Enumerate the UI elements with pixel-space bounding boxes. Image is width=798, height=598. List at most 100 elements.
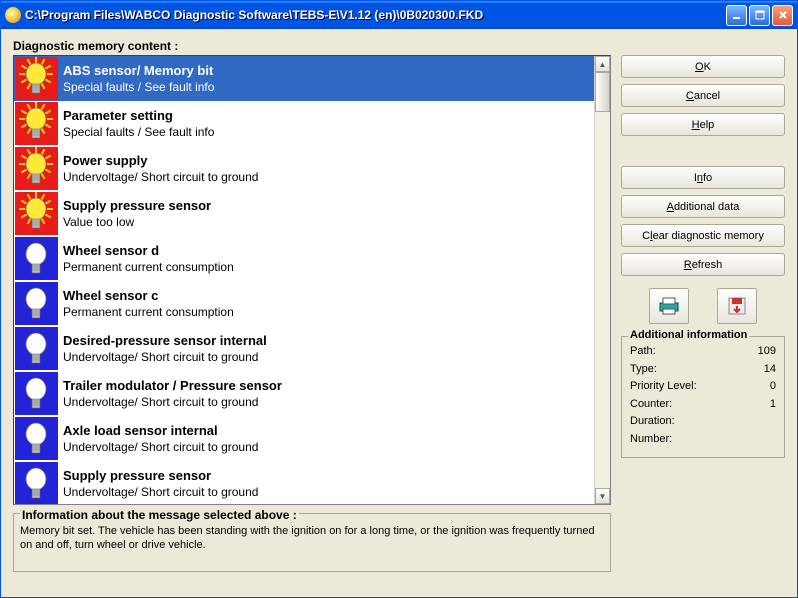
save-button[interactable] bbox=[717, 288, 757, 324]
fault-title: Wheel sensor d bbox=[63, 242, 234, 260]
scroll-track[interactable] bbox=[595, 72, 610, 488]
fault-title: Power supply bbox=[63, 152, 258, 170]
fault-row[interactable]: Wheel sensor dPermanent current consumpt… bbox=[14, 236, 594, 281]
info-button[interactable]: Info bbox=[621, 166, 785, 189]
counter-row: Counter: 1 bbox=[630, 396, 776, 414]
path-row: Path: 109 bbox=[630, 343, 776, 361]
counter-value: 1 bbox=[770, 396, 776, 414]
titlebar: C:\Program Files\WABCO Diagnostic Softwa… bbox=[1, 1, 797, 29]
number-row: Number: bbox=[630, 431, 776, 449]
type-label: Type: bbox=[630, 361, 657, 379]
additional-data-button[interactable]: Additional data bbox=[621, 195, 785, 218]
duration-row: Duration: bbox=[630, 413, 776, 431]
fault-row[interactable]: Wheel sensor cPermanent current consumpt… bbox=[14, 281, 594, 326]
number-label: Number: bbox=[630, 431, 672, 449]
minimize-icon bbox=[732, 10, 742, 20]
bulb-icon bbox=[14, 236, 59, 281]
message-info-label: Information about the message selected a… bbox=[20, 508, 299, 522]
fault-title: Parameter setting bbox=[63, 107, 214, 125]
bulb-icon bbox=[14, 191, 59, 236]
cancel-button[interactable]: Cancel bbox=[621, 84, 785, 107]
scroll-down-button[interactable]: ▼ bbox=[595, 488, 610, 504]
message-info-box: Information about the message selected a… bbox=[13, 513, 611, 572]
help-button[interactable]: Help bbox=[621, 113, 785, 136]
bulb-icon bbox=[14, 101, 59, 146]
fault-desc: Undervoltage/ Short circuit to ground bbox=[63, 169, 258, 185]
print-button[interactable] bbox=[649, 288, 689, 324]
fault-title: Desired-pressure sensor internal bbox=[63, 332, 267, 350]
bulb-icon bbox=[14, 146, 59, 191]
bulb-icon bbox=[14, 56, 59, 101]
main-window: C:\Program Files\WABCO Diagnostic Softwa… bbox=[0, 0, 798, 598]
fault-text: Trailer modulator / Pressure sensorUnder… bbox=[59, 377, 282, 411]
scroll-up-button[interactable]: ▲ bbox=[595, 56, 610, 72]
bulb-icon bbox=[14, 281, 59, 326]
fault-text: Desired-pressure sensor internalUndervol… bbox=[59, 332, 267, 366]
body: Diagnostic memory content : ABS sensor/ … bbox=[1, 29, 797, 597]
fault-text: Supply pressure sensorValue too low bbox=[59, 197, 211, 231]
fault-title: Trailer modulator / Pressure sensor bbox=[63, 377, 282, 395]
additional-info-legend: Additional information bbox=[628, 329, 749, 341]
fault-row[interactable]: Trailer modulator / Pressure sensorUnder… bbox=[14, 371, 594, 416]
diagnostic-memory-label: Diagnostic memory content : bbox=[13, 39, 611, 53]
path-label: Path: bbox=[630, 343, 656, 361]
fault-desc: Undervoltage/ Short circuit to ground bbox=[63, 439, 258, 455]
fault-row[interactable]: ABS sensor/ Memory bitSpecial faults / S… bbox=[14, 56, 594, 101]
maximize-icon bbox=[755, 10, 765, 20]
fault-desc: Undervoltage/ Short circuit to ground bbox=[63, 349, 267, 365]
fault-row[interactable]: Supply pressure sensorUndervoltage/ Shor… bbox=[14, 461, 594, 504]
close-button[interactable] bbox=[772, 5, 793, 26]
additional-info-box: Additional information Path: 109 Type: 1… bbox=[621, 336, 785, 458]
fault-row[interactable]: Axle load sensor internalUndervoltage/ S… bbox=[14, 416, 594, 461]
fault-row[interactable]: Supply pressure sensorValue too low bbox=[14, 191, 594, 236]
save-icon bbox=[725, 296, 749, 316]
bulb-icon bbox=[14, 461, 59, 504]
ok-button[interactable]: OK bbox=[621, 55, 785, 78]
fault-title: ABS sensor/ Memory bit bbox=[63, 62, 214, 80]
fault-text: Axle load sensor internalUndervoltage/ S… bbox=[59, 422, 258, 456]
priority-value: 0 bbox=[770, 378, 776, 396]
printer-icon bbox=[657, 296, 681, 316]
window-title: C:\Program Files\WABCO Diagnostic Softwa… bbox=[25, 8, 726, 22]
fault-row[interactable]: Power supplyUndervoltage/ Short circuit … bbox=[14, 146, 594, 191]
priority-row: Priority Level: 0 bbox=[630, 378, 776, 396]
fault-desc: Special faults / See fault info bbox=[63, 79, 214, 95]
spacer bbox=[621, 142, 785, 160]
fault-text: ABS sensor/ Memory bitSpecial faults / S… bbox=[59, 62, 214, 96]
right-column: OK Cancel Help Info Additional data Clea… bbox=[621, 39, 785, 587]
icon-button-row bbox=[621, 288, 785, 324]
path-value: 109 bbox=[758, 343, 776, 361]
app-icon bbox=[5, 7, 21, 23]
window-controls bbox=[726, 5, 793, 26]
bulb-icon bbox=[14, 326, 59, 371]
counter-label: Counter: bbox=[630, 396, 672, 414]
fault-listbox[interactable]: ABS sensor/ Memory bitSpecial faults / S… bbox=[13, 55, 611, 505]
minimize-button[interactable] bbox=[726, 5, 747, 26]
fault-title: Supply pressure sensor bbox=[63, 197, 211, 215]
scrollbar[interactable]: ▲ ▼ bbox=[594, 56, 610, 504]
fault-row[interactable]: Parameter settingSpecial faults / See fa… bbox=[14, 101, 594, 146]
scroll-thumb[interactable] bbox=[595, 72, 610, 112]
fault-title: Axle load sensor internal bbox=[63, 422, 258, 440]
close-icon bbox=[778, 10, 788, 20]
clear-diagnostic-memory-button[interactable]: Clear diagnostic memory bbox=[621, 224, 785, 247]
type-row: Type: 14 bbox=[630, 361, 776, 379]
fault-text: Wheel sensor cPermanent current consumpt… bbox=[59, 287, 234, 321]
bulb-icon bbox=[14, 416, 59, 461]
fault-text: Power supplyUndervoltage/ Short circuit … bbox=[59, 152, 258, 186]
fault-row[interactable]: Desired-pressure sensor internalUndervol… bbox=[14, 326, 594, 371]
fault-desc: Undervoltage/ Short circuit to ground bbox=[63, 394, 282, 410]
fault-desc: Permanent current consumption bbox=[63, 259, 234, 275]
fault-text: Supply pressure sensorUndervoltage/ Shor… bbox=[59, 467, 258, 501]
fault-title: Wheel sensor c bbox=[63, 287, 234, 305]
fault-text: Parameter settingSpecial faults / See fa… bbox=[59, 107, 214, 141]
duration-label: Duration: bbox=[630, 413, 675, 431]
refresh-button[interactable]: Refresh bbox=[621, 253, 785, 276]
type-value: 14 bbox=[764, 361, 776, 379]
fault-list-items: ABS sensor/ Memory bitSpecial faults / S… bbox=[14, 56, 594, 504]
maximize-button[interactable] bbox=[749, 5, 770, 26]
fault-title: Supply pressure sensor bbox=[63, 467, 258, 485]
fault-desc: Value too low bbox=[63, 214, 211, 230]
message-info-text: Memory bit set. The vehicle has been sta… bbox=[20, 524, 604, 553]
left-column: Diagnostic memory content : ABS sensor/ … bbox=[13, 39, 611, 587]
